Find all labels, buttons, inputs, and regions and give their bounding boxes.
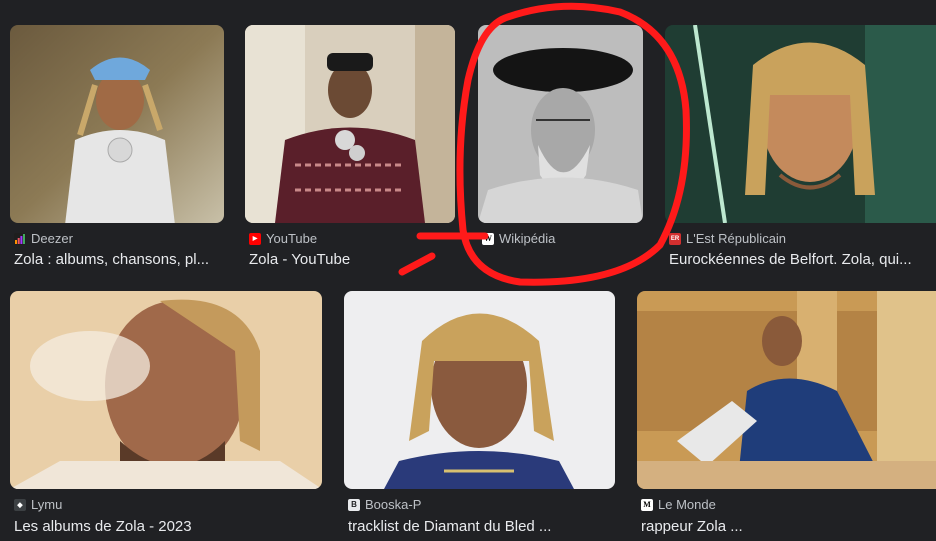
deezer-icon bbox=[14, 232, 26, 245]
source-name: Deezer bbox=[31, 231, 73, 246]
est-republicain-icon: ER bbox=[669, 232, 681, 245]
lymu-icon: ◆ bbox=[14, 498, 26, 511]
wikipedia-icon: W bbox=[482, 232, 494, 245]
image-result-card[interactable]: ▶ YouTube Zola - YouTube bbox=[245, 25, 455, 275]
result-thumbnail[interactable] bbox=[10, 291, 322, 489]
result-thumbnail[interactable] bbox=[245, 25, 455, 223]
result-title[interactable]: Zola : albums, chansons, pl... bbox=[14, 251, 224, 268]
result-thumbnail[interactable] bbox=[478, 25, 643, 223]
image-result-card[interactable]: M Le Monde rappeur Zola ... bbox=[637, 291, 936, 541]
result-source[interactable]: ◆ Lymu bbox=[14, 497, 62, 512]
source-name: Lymu bbox=[31, 497, 63, 512]
image-result-card[interactable]: W Wikipédia bbox=[478, 25, 643, 275]
result-source[interactable]: ER L'Est Républicain bbox=[669, 231, 786, 246]
result-title[interactable]: Zola - YouTube bbox=[249, 251, 455, 268]
result-source[interactable]: B Booska-P bbox=[348, 497, 421, 512]
result-source[interactable]: Deezer bbox=[14, 231, 73, 246]
source-name: Le Monde bbox=[658, 497, 716, 512]
image-result-card[interactable]: Deezer Zola : albums, chansons, pl... bbox=[10, 25, 224, 275]
result-title[interactable]: Les albums de Zola - 2023 bbox=[14, 518, 314, 535]
result-source[interactable]: W Wikipédia bbox=[482, 231, 555, 246]
le-monde-icon: M bbox=[641, 498, 653, 511]
result-thumbnail[interactable] bbox=[344, 291, 615, 489]
booska-p-icon: B bbox=[348, 498, 360, 511]
source-name: YouTube bbox=[266, 231, 318, 246]
source-name: Wikipédia bbox=[499, 231, 556, 246]
youtube-icon: ▶ bbox=[249, 232, 261, 245]
result-title[interactable]: tracklist de Diamant du Bled ... bbox=[348, 518, 608, 535]
result-thumbnail[interactable] bbox=[637, 291, 936, 489]
image-results-grid: Deezer Zola : albums, chansons, pl... ▶ … bbox=[0, 0, 936, 541]
result-thumbnail[interactable] bbox=[665, 25, 936, 223]
image-result-card[interactable]: ◆ Lymu Les albums de Zola - 2023 bbox=[10, 291, 322, 541]
result-title[interactable]: Eurockéennes de Belfort. Zola, qui... bbox=[669, 251, 924, 268]
result-title[interactable]: rappeur Zola ... bbox=[641, 518, 921, 535]
result-thumbnail[interactable] bbox=[10, 25, 224, 223]
source-name: Booska-P bbox=[365, 497, 422, 512]
result-source[interactable]: M Le Monde bbox=[641, 497, 716, 512]
source-name: L'Est Républicain bbox=[686, 231, 787, 246]
image-result-card[interactable]: B Booska-P tracklist de Diamant du Bled … bbox=[344, 291, 615, 541]
image-result-card[interactable]: ER L'Est Républicain Eurockéennes de Bel… bbox=[665, 25, 936, 275]
result-source[interactable]: ▶ YouTube bbox=[249, 231, 317, 246]
